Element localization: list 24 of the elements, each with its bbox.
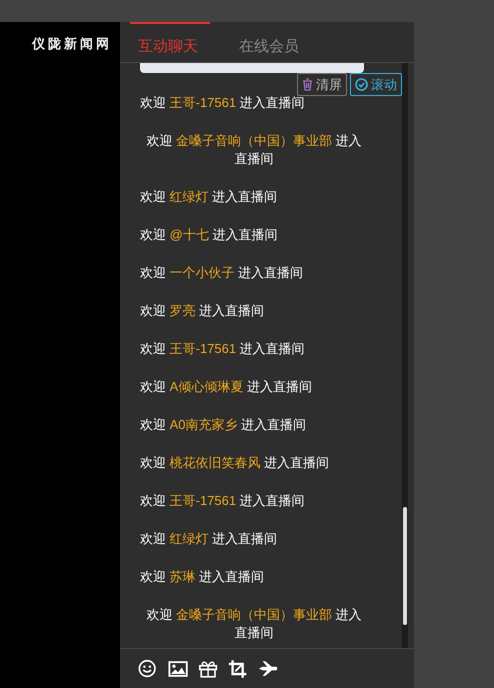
- chat-message: 欢迎 @十七 进入直播间: [140, 226, 278, 244]
- site-logo: 仪陇新闻网: [32, 36, 112, 51]
- chat-message: 欢迎 罗亮 进入直播间: [140, 302, 264, 320]
- trash-icon: [302, 78, 313, 91]
- plane-icon[interactable]: [258, 658, 280, 678]
- check-circle-icon: [355, 78, 368, 91]
- clear-button[interactable]: 清屏: [297, 73, 347, 96]
- chat-message: 欢迎 王哥-17561 进入直播间: [140, 94, 305, 112]
- chat-message: 欢迎 A倾心倾琳夏 进入直播间: [140, 378, 312, 396]
- tab[interactable]: 在线会员: [231, 22, 311, 62]
- chat-message: 欢迎 王哥-17561 进入直播间: [140, 492, 305, 510]
- scrollbar[interactable]: [402, 63, 408, 648]
- chat-message: 欢迎 王哥-17561 进入直播间: [140, 340, 305, 358]
- chat-message: 欢迎 桃花依旧笑春风 进入直播间: [140, 454, 330, 472]
- chat-message: 欢迎 红绿灯 进入直播间: [140, 188, 278, 206]
- chat-message: 欢迎 一个小伙子 进入直播间: [140, 264, 304, 282]
- chat-message: 欢迎 苏琳 进入直播间: [140, 568, 264, 586]
- scroll-button[interactable]: 滚动: [350, 73, 402, 96]
- chat-message: 欢迎 红绿灯 进入直播间: [140, 530, 278, 548]
- image-icon[interactable]: [168, 658, 190, 678]
- chat-message: 欢迎 金嗓子音响（中国）事业部 进入直播间: [145, 132, 363, 168]
- gift-icon[interactable]: [198, 658, 220, 678]
- chat-message: 欢迎 金嗓子音响（中国）事业部 进入直播间: [145, 606, 363, 642]
- chat-message: 欢迎 A0南充家乡 进入直播间: [140, 416, 306, 434]
